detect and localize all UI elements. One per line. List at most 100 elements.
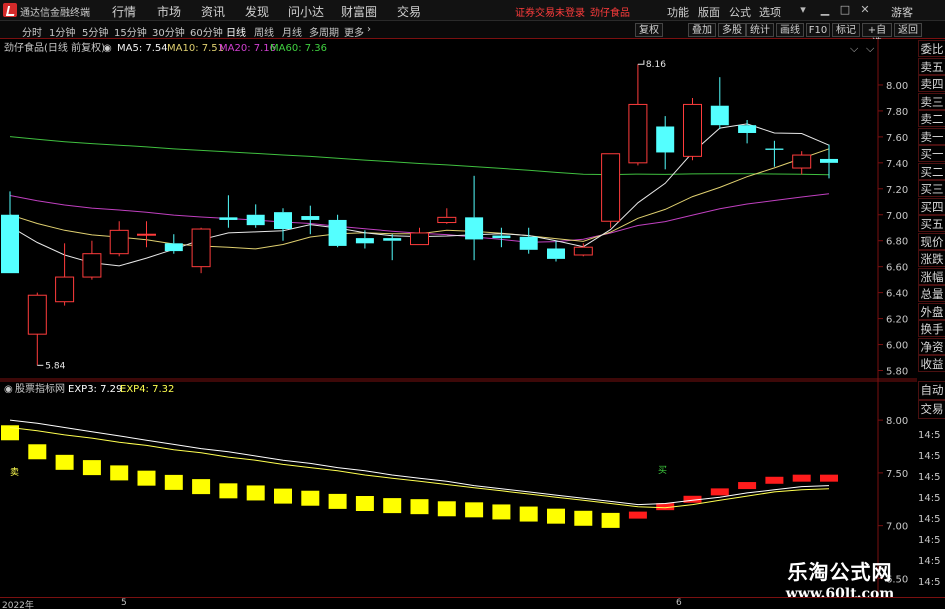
- dropdown-icon[interactable]: ▾: [796, 3, 810, 17]
- quote-field-1[interactable]: 卖五: [918, 57, 945, 75]
- bear-block: [383, 498, 402, 514]
- pane-close-icon[interactable]: ⌵: [850, 42, 859, 55]
- menu-gongshi[interactable]: 公式: [729, 4, 751, 20]
- bear-block: [219, 483, 238, 499]
- button-f10[interactable]: F10: [806, 23, 830, 37]
- candle-body: [1, 214, 19, 274]
- y-tick-label: 7.60: [886, 133, 908, 144]
- quote-field-9[interactable]: 买四: [918, 197, 945, 215]
- quote-field-16[interactable]: 换手: [918, 320, 945, 337]
- button-diejia[interactable]: 叠加: [688, 23, 716, 37]
- button-tongji[interactable]: 统计: [746, 23, 774, 37]
- ma10-label: MA10: 7.51: [167, 43, 224, 54]
- period-1min[interactable]: 1分钟: [49, 24, 75, 39]
- quote-field-5[interactable]: 卖一: [918, 127, 945, 145]
- pane-expand-icon[interactable]: ⌵: [866, 42, 875, 55]
- login-status[interactable]: 证券交易未登录: [515, 4, 585, 19]
- candle-body: [55, 276, 75, 303]
- watermark-title: 乐淘公式网: [787, 560, 893, 584]
- button-huaxian[interactable]: 画线: [776, 23, 804, 37]
- menu-faxian[interactable]: 发现: [245, 3, 269, 20]
- bear-block: [137, 470, 156, 486]
- candle-body: [519, 236, 538, 250]
- period-15min[interactable]: 15分钟: [114, 24, 147, 39]
- quote-field-17[interactable]: 净资: [918, 337, 945, 355]
- bear-block: [437, 501, 456, 517]
- guest-label[interactable]: 游客: [891, 4, 913, 20]
- quote-field-7[interactable]: 买二: [918, 162, 945, 180]
- menu-shichang[interactable]: 市场: [157, 3, 181, 20]
- quote-field-3[interactable]: 卖三: [918, 92, 945, 110]
- candle: [601, 153, 621, 228]
- bear-block: [410, 499, 429, 515]
- candle-body: [328, 219, 347, 246]
- menu-wenxiaoda[interactable]: 问小达: [288, 3, 324, 20]
- quote-field-10[interactable]: 买五: [918, 215, 945, 232]
- bear-block: [465, 502, 484, 518]
- quote-field-12[interactable]: 涨跌: [918, 250, 945, 267]
- y-tick-label: 7.40: [886, 159, 908, 170]
- candle-body: [82, 253, 102, 278]
- trade-button[interactable]: 交易: [918, 400, 945, 419]
- date-label-june: 6: [676, 598, 682, 608]
- chart-area[interactable]: 劲仔食品(日线 前复权) ◉ MA5: 7.54 MA10: 7.51 MA20…: [0, 39, 917, 597]
- button-fuquan[interactable]: 复权: [635, 23, 663, 37]
- quote-field-0[interactable]: 委比: [918, 40, 945, 57]
- candle-body: [547, 248, 565, 259]
- bear-block: [274, 488, 292, 504]
- minimize-icon[interactable]: ▁: [818, 3, 832, 17]
- menu-jiaoyi[interactable]: 交易: [397, 3, 421, 20]
- button-duogu[interactable]: 多股: [718, 23, 746, 37]
- indicator-settings-icon[interactable]: ◉: [4, 384, 13, 395]
- quote-field-11[interactable]: 现价: [918, 232, 945, 250]
- menu-gongneng[interactable]: 功能: [667, 4, 689, 20]
- auto-button[interactable]: 自动: [918, 381, 945, 400]
- period-5min[interactable]: 5分钟: [82, 24, 108, 39]
- ma5-label: MA5: 7.54: [117, 43, 168, 54]
- period-toolbar: 分时 1分钟 5分钟 15分钟 30分钟 60分钟 日线 周线 月线 多周期 更…: [0, 21, 945, 49]
- more-chevron-icon[interactable]: ›: [367, 24, 371, 35]
- sell-signal-label: 卖: [10, 467, 19, 478]
- quote-field-4[interactable]: 卖二: [918, 110, 945, 127]
- bull-block: [710, 488, 729, 496]
- candle-body: [383, 238, 402, 241]
- menu-caifuquan[interactable]: 财富圈: [341, 3, 377, 20]
- candle-body: [465, 217, 484, 240]
- maximize-icon[interactable]: □: [838, 3, 852, 17]
- y-tick-label: 6.80: [886, 237, 908, 248]
- menu-zixun[interactable]: 资讯: [201, 3, 225, 20]
- period-30min[interactable]: 30分钟: [152, 24, 185, 39]
- bear-block: [492, 504, 511, 520]
- bear-block: [328, 493, 347, 509]
- period-fenshi[interactable]: 分时: [22, 24, 42, 39]
- menu-xuanxiang[interactable]: 选项: [759, 4, 781, 20]
- ind-y-tick-label: 7.00: [886, 522, 908, 533]
- button-biaoji[interactable]: 标记: [832, 23, 860, 37]
- settings-icon[interactable]: ◉: [103, 43, 112, 54]
- period-monthly[interactable]: 月线: [282, 24, 302, 39]
- button-add-watchlist[interactable]: +自选: [862, 23, 892, 49]
- close-icon[interactable]: ✕: [858, 3, 872, 17]
- button-back[interactable]: 返回: [894, 23, 922, 37]
- menu-banmian[interactable]: 版面: [698, 4, 720, 20]
- quote-field-8[interactable]: 买三: [918, 180, 945, 197]
- candle-body: [355, 238, 374, 244]
- period-60min[interactable]: 60分钟: [190, 24, 223, 39]
- time-cell: 14:5: [918, 535, 941, 546]
- period-daily[interactable]: 日线: [226, 24, 246, 39]
- y-tick-label: 6.20: [886, 315, 908, 326]
- period-weekly[interactable]: 周线: [254, 24, 274, 39]
- quote-field-13[interactable]: 涨幅: [918, 267, 945, 285]
- bull-block: [738, 482, 757, 490]
- quote-field-2[interactable]: 卖四: [918, 75, 945, 92]
- bear-block: [519, 506, 538, 522]
- quote-field-14[interactable]: 总量: [918, 285, 945, 302]
- period-more[interactable]: 更多: [344, 24, 364, 39]
- period-multi[interactable]: 多周期: [309, 24, 339, 39]
- quote-field-18[interactable]: 收益: [918, 355, 945, 372]
- candle-body: [656, 126, 675, 153]
- y-tick-label: 8.00: [886, 81, 908, 92]
- menu-hangqing[interactable]: 行情: [112, 3, 136, 20]
- quote-field-6[interactable]: 买一: [918, 145, 945, 162]
- quote-field-15[interactable]: 外盘: [918, 302, 945, 320]
